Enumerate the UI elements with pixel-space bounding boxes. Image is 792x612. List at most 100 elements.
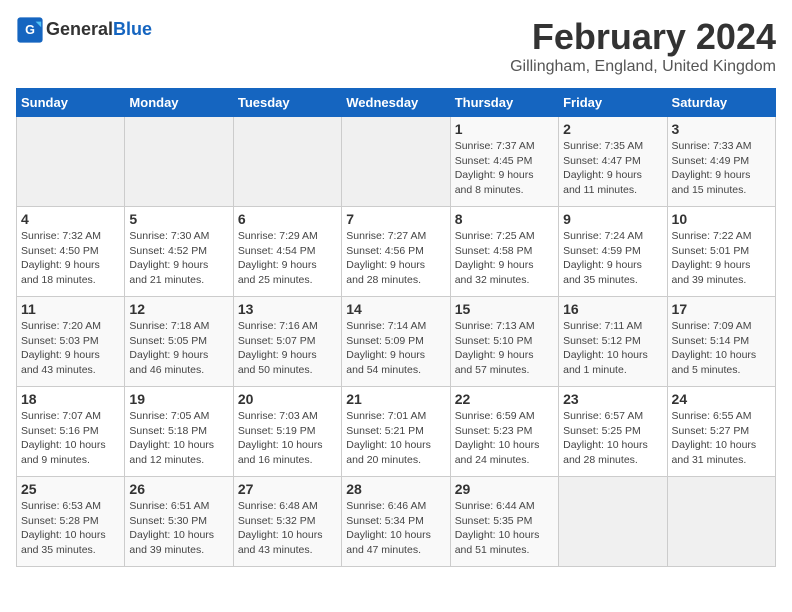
day-number: 10 [672,211,771,227]
day-info: Sunrise: 7:01 AMSunset: 5:21 PMDaylight:… [346,409,445,468]
day-info: Sunrise: 6:59 AMSunset: 5:23 PMDaylight:… [455,409,554,468]
day-info: Sunrise: 7:09 AMSunset: 5:14 PMDaylight:… [672,319,771,378]
day-info: Sunrise: 7:05 AMSunset: 5:18 PMDaylight:… [129,409,228,468]
calendar-body: 1 Sunrise: 7:37 AMSunset: 4:45 PMDaylight… [17,117,776,567]
day-number: 23 [563,391,662,407]
day-info: Sunrise: 7:22 AMSunset: 5:01 PMDaylight:… [672,229,771,288]
calendar-week-1: 1 Sunrise: 7:37 AMSunset: 4:45 PMDaylight… [17,117,776,207]
day-info: Sunrise: 6:46 AMSunset: 5:34 PMDaylight:… [346,499,445,558]
svg-text:G: G [25,23,35,37]
day-info: Sunrise: 7:14 AMSunset: 5:09 PMDaylight:… [346,319,445,378]
calendar-cell: 14 Sunrise: 7:14 AMSunset: 5:09 PMDayligh… [342,297,450,387]
calendar-cell [342,117,450,207]
day-number: 14 [346,301,445,317]
day-info: Sunrise: 7:37 AMSunset: 4:45 PMDaylight:… [455,139,554,198]
calendar-cell [233,117,341,207]
logo-general-text: General [46,19,113,39]
day-number: 18 [21,391,120,407]
day-info: Sunrise: 7:35 AMSunset: 4:47 PMDaylight:… [563,139,662,198]
calendar-cell: 26Sunrise: 6:51 AMSunset: 5:30 PMDayligh… [125,477,233,567]
calendar-cell: 3 Sunrise: 7:33 AMSunset: 4:49 PMDaylight… [667,117,775,207]
day-info: Sunrise: 7:33 AMSunset: 4:49 PMDaylight:… [672,139,771,198]
calendar-cell: 25 Sunrise: 6:53 AMSunset: 5:28 PMDayligh… [17,477,125,567]
calendar-cell: 15 Sunrise: 7:13 AMSunset: 5:10 PMDayligh… [450,297,558,387]
day-info: Sunrise: 6:48 AMSunset: 5:32 PMDaylight:… [238,499,337,558]
calendar-cell: 7 Sunrise: 7:27 AMSunset: 4:56 PMDaylight… [342,207,450,297]
day-info: Sunrise: 6:55 AMSunset: 5:27 PMDaylight:… [672,409,771,468]
day-number: 27 [238,481,337,497]
logo-blue-text: Blue [113,19,152,39]
day-number: 3 [672,121,771,137]
calendar-cell: 20Sunrise: 7:03 AMSunset: 5:19 PMDayligh… [233,387,341,477]
day-number: 11 [21,301,120,317]
calendar-cell: 5 Sunrise: 7:30 AMSunset: 4:52 PMDaylight… [125,207,233,297]
calendar-cell: 19 Sunrise: 7:05 AMSunset: 5:18 PMDayligh… [125,387,233,477]
day-number: 15 [455,301,554,317]
day-info: Sunrise: 7:07 AMSunset: 5:16 PMDaylight:… [21,409,120,468]
calendar-week-5: 25 Sunrise: 6:53 AMSunset: 5:28 PMDayligh… [17,477,776,567]
day-info: Sunrise: 7:32 AMSunset: 4:50 PMDaylight:… [21,229,120,288]
day-number: 5 [129,211,228,227]
calendar-cell: 11 Sunrise: 7:20 AMSunset: 5:03 PMDayligh… [17,297,125,387]
calendar-table: SundayMondayTuesdayWednesdayThursdayFrid… [16,88,776,567]
day-number: 8 [455,211,554,227]
title-section: February 2024 Gillingham, England, Unite… [510,16,776,76]
calendar-cell [559,477,667,567]
day-info: Sunrise: 7:18 AMSunset: 5:05 PMDaylight:… [129,319,228,378]
day-number: 19 [129,391,228,407]
day-number: 7 [346,211,445,227]
calendar-week-4: 18 Sunrise: 7:07 AMSunset: 5:16 PMDayligh… [17,387,776,477]
calendar-cell: 1 Sunrise: 7:37 AMSunset: 4:45 PMDaylight… [450,117,558,207]
calendar-cell: 4Sunrise: 7:32 AMSunset: 4:50 PMDaylight… [17,207,125,297]
day-info: Sunrise: 7:11 AMSunset: 5:12 PMDaylight:… [563,319,662,378]
calendar-cell [17,117,125,207]
calendar-week-2: 4Sunrise: 7:32 AMSunset: 4:50 PMDaylight… [17,207,776,297]
logo: G GeneralBlue [16,16,152,44]
day-number: 21 [346,391,445,407]
day-number: 13 [238,301,337,317]
day-info: Sunrise: 7:13 AMSunset: 5:10 PMDaylight:… [455,319,554,378]
day-info: Sunrise: 7:30 AMSunset: 4:52 PMDaylight:… [129,229,228,288]
day-info: Sunrise: 6:53 AMSunset: 5:28 PMDaylight:… [21,499,120,558]
calendar-cell: 13 Sunrise: 7:16 AMSunset: 5:07 PMDayligh… [233,297,341,387]
day-number: 9 [563,211,662,227]
day-info: Sunrise: 6:44 AMSunset: 5:35 PMDaylight:… [455,499,554,558]
calendar-cell: 2 Sunrise: 7:35 AMSunset: 4:47 PMDaylight… [559,117,667,207]
calendar-subtitle: Gillingham, England, United Kingdom [510,58,776,76]
calendar-cell: 9Sunrise: 7:24 AMSunset: 4:59 PMDaylight… [559,207,667,297]
weekday-header-monday: Monday [125,89,233,117]
calendar-cell: 16 Sunrise: 7:11 AMSunset: 5:12 PMDayligh… [559,297,667,387]
weekday-row: SundayMondayTuesdayWednesdayThursdayFrid… [17,89,776,117]
day-number: 25 [21,481,120,497]
calendar-cell: 23Sunrise: 6:57 AMSunset: 5:25 PMDayligh… [559,387,667,477]
calendar-header: SundayMondayTuesdayWednesdayThursdayFrid… [17,89,776,117]
day-number: 1 [455,121,554,137]
calendar-cell: 21 Sunrise: 7:01 AMSunset: 5:21 PMDayligh… [342,387,450,477]
calendar-cell: 28 Sunrise: 6:46 AMSunset: 5:34 PMDayligh… [342,477,450,567]
day-number: 16 [563,301,662,317]
weekday-header-friday: Friday [559,89,667,117]
calendar-cell: 6Sunrise: 7:29 AMSunset: 4:54 PMDaylight… [233,207,341,297]
day-number: 22 [455,391,554,407]
weekday-header-thursday: Thursday [450,89,558,117]
day-info: Sunrise: 7:27 AMSunset: 4:56 PMDaylight:… [346,229,445,288]
day-info: Sunrise: 7:25 AMSunset: 4:58 PMDaylight:… [455,229,554,288]
top-bar: G GeneralBlue February 2024 Gillingham, … [16,16,776,80]
weekday-header-sunday: Sunday [17,89,125,117]
day-number: 12 [129,301,228,317]
day-number: 2 [563,121,662,137]
day-info: Sunrise: 7:03 AMSunset: 5:19 PMDaylight:… [238,409,337,468]
day-info: Sunrise: 7:16 AMSunset: 5:07 PMDaylight:… [238,319,337,378]
calendar-cell: 10 Sunrise: 7:22 AMSunset: 5:01 PMDayligh… [667,207,775,297]
day-number: 29 [455,481,554,497]
calendar-cell [125,117,233,207]
day-info: Sunrise: 7:20 AMSunset: 5:03 PMDaylight:… [21,319,120,378]
calendar-cell [667,477,775,567]
calendar-cell: 18 Sunrise: 7:07 AMSunset: 5:16 PMDayligh… [17,387,125,477]
calendar-cell: 24Sunrise: 6:55 AMSunset: 5:27 PMDayligh… [667,387,775,477]
weekday-header-tuesday: Tuesday [233,89,341,117]
day-number: 26 [129,481,228,497]
day-info: Sunrise: 7:29 AMSunset: 4:54 PMDaylight:… [238,229,337,288]
day-number: 28 [346,481,445,497]
weekday-header-wednesday: Wednesday [342,89,450,117]
